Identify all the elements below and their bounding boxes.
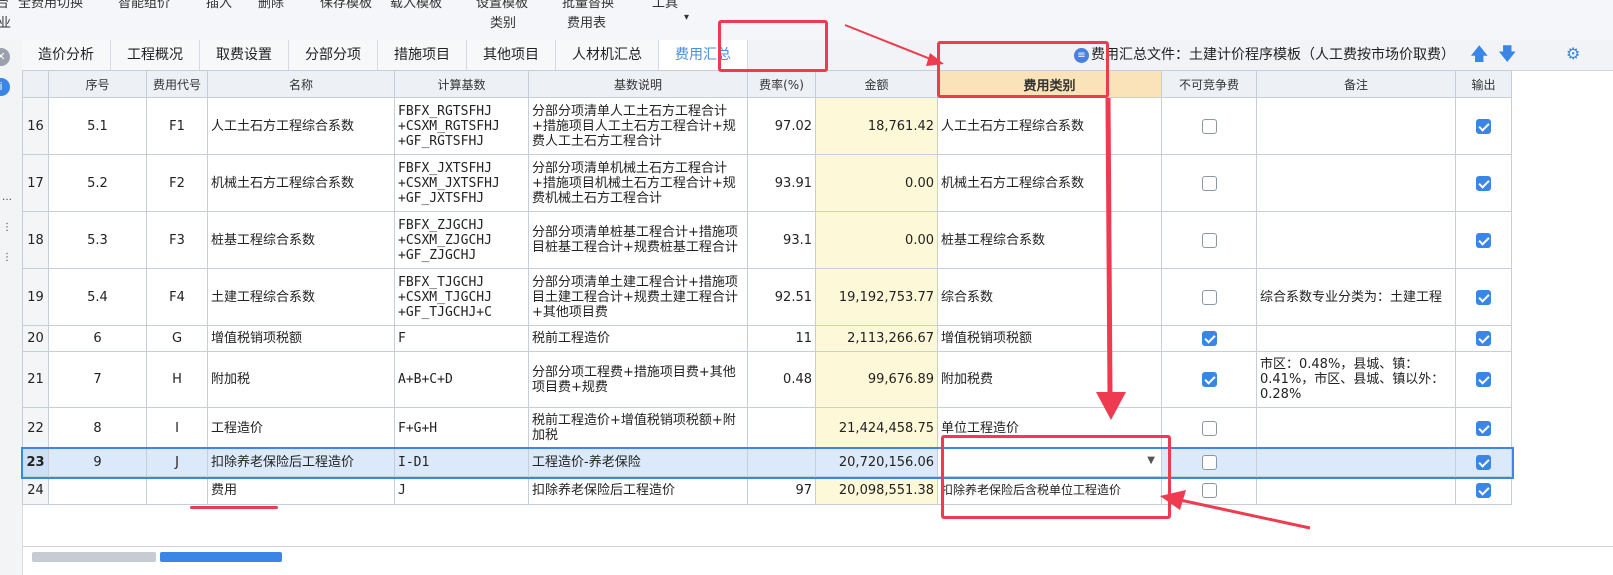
arrow-to-category-cell — [1179, 498, 1311, 530]
arrow-head — [926, 53, 944, 66]
arrow-head — [1160, 490, 1186, 510]
arrow-to-header — [844, 24, 939, 63]
arrow-down-to-cells — [1105, 97, 1113, 396]
arrow-head — [1096, 392, 1126, 420]
annotation-arrows — [844, 24, 1311, 530]
